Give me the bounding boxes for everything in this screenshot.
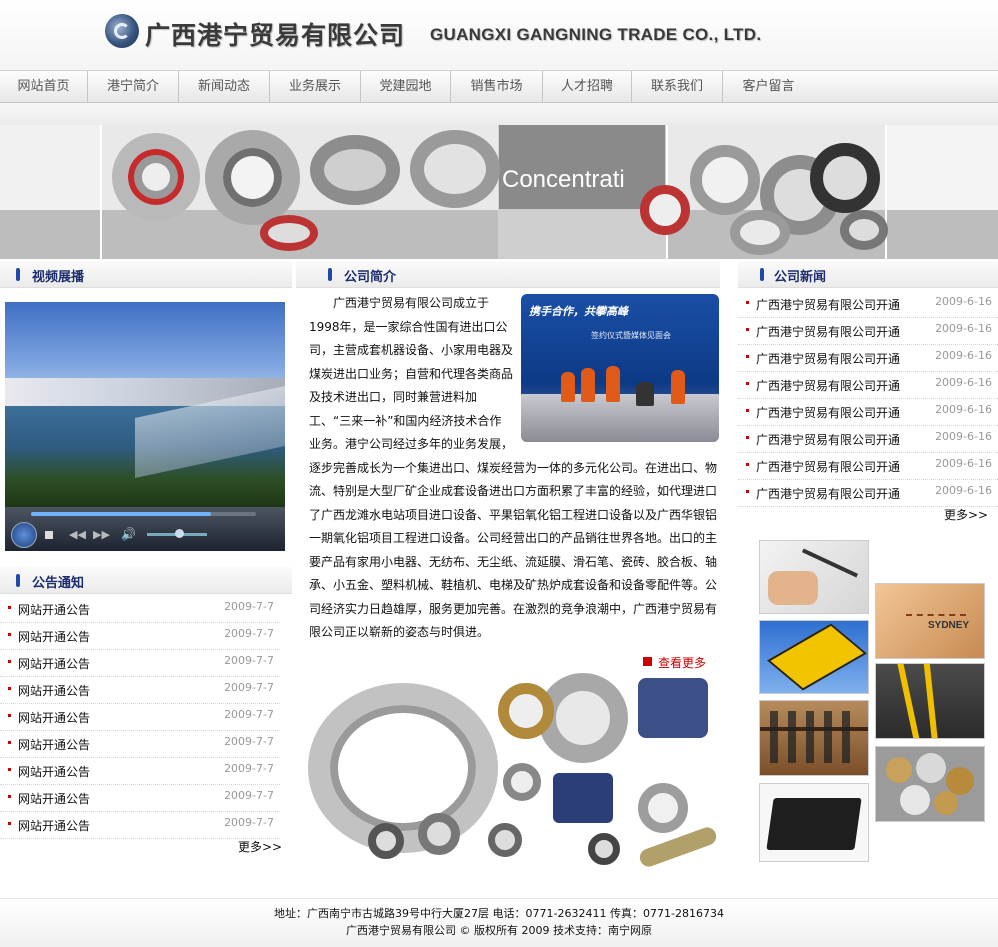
notice-item[interactable]: 网站开通公告 2009-7-7	[0, 622, 280, 650]
nav-jobs[interactable]: 人才招聘	[543, 71, 632, 102]
bearing-image	[690, 145, 760, 215]
bearing-image	[730, 210, 790, 255]
thumb-map[interactable]: SYDNEY	[875, 583, 985, 659]
notice-item[interactable]: 网站开通公告 2009-7-7	[0, 703, 280, 731]
notice-item[interactable]: 网站开通公告 2009-7-7	[0, 811, 280, 839]
news-section-title: 公司新闻	[774, 270, 827, 285]
footer-address: 地址：广西南宁市古城路39号中行大厦27层 电话：0771-2632411 传真…	[274, 907, 724, 920]
video-section-title: 视频展播	[32, 270, 85, 285]
notice-item[interactable]: 网站开通公告 2009-7-7	[0, 757, 280, 785]
notice-section-title: 公告通知	[32, 576, 85, 591]
thumb-road-sign[interactable]	[759, 620, 869, 694]
company-logo	[105, 14, 139, 48]
news-item[interactable]: 广西港宁贸易有限公司开通 2009-6-16	[738, 344, 998, 372]
nav-contact[interactable]: 联系我们	[632, 71, 723, 102]
notice-item[interactable]: 网站开通公告 2009-7-7	[0, 730, 280, 758]
footer-copyright: 广西港宁贸易有限公司 © 版权所有 2009 技术支持：南宁网原	[346, 924, 652, 937]
nav-about[interactable]: 港宁简介	[88, 71, 179, 102]
thumb-pen-contract[interactable]	[759, 540, 869, 614]
bearing-image	[640, 185, 690, 235]
next-button[interactable]: ▶▶	[93, 528, 110, 541]
nav-home[interactable]: 网站首页	[0, 71, 88, 102]
thumb-briefcase[interactable]	[759, 783, 869, 862]
bearing-image	[112, 133, 200, 221]
thumb-abacus[interactable]	[759, 700, 869, 776]
bearing-image	[260, 215, 318, 251]
intro-text-block: 携手合作，共攀高峰 签约仪式暨媒体见面会 广西港宁贸易有限公司成立于1998年，…	[309, 292, 719, 645]
prev-button[interactable]: ◀◀	[69, 528, 86, 541]
main-nav: 网站首页 港宁简介 新闻动态 业务展示 党建园地 销售市场 人才招聘 联系我们 …	[0, 70, 998, 103]
notice-item[interactable]: 网站开通公告 2009-7-7	[0, 595, 280, 623]
notice-list: 网站开通公告 2009-7-7 网站开通公告 2009-7-7 网站开通公告 2009…	[0, 595, 292, 845]
thumb-road[interactable]	[875, 663, 985, 739]
footer: 地址：广西南宁市古城路39号中行大厦27层 电话：0771-2632411 传真…	[0, 898, 998, 947]
company-name-en: GUANGXI GANGNING TRADE CO., LTD.	[430, 25, 762, 44]
news-list: 广西港宁贸易有限公司开通 2009-6-16 广西港宁贸易有限公司开通 2009-6…	[738, 290, 998, 510]
news-item[interactable]: 广西港宁贸易有限公司开通 2009-6-16	[738, 479, 998, 507]
more-arrow-icon	[643, 657, 652, 666]
nav-guestbook[interactable]: 客户留言	[723, 71, 814, 102]
news-item[interactable]: 广西港宁贸易有限公司开通 2009-6-16	[738, 290, 998, 318]
notice-item[interactable]: 网站开通公告 2009-7-7	[0, 676, 280, 704]
bearing-image	[810, 143, 880, 213]
news-more-link[interactable]: 更多>>	[944, 506, 988, 523]
news-item[interactable]: 广西港宁贸易有限公司开通 2009-6-16	[738, 398, 998, 426]
signing-ceremony-photo: 携手合作，共攀高峰 签约仪式暨媒体见面会	[521, 294, 719, 442]
sub-bar	[0, 103, 998, 125]
news-item[interactable]: 广西港宁贸易有限公司开通 2009-6-16	[738, 425, 998, 453]
news-item[interactable]: 广西港宁贸易有限公司开通 2009-6-16	[738, 371, 998, 399]
intro-more-link[interactable]: 查看更多	[658, 654, 706, 671]
banner-text: Concentrati	[502, 166, 625, 193]
notice-section-header: 公告通知	[0, 567, 292, 594]
notice-more-link[interactable]: 更多>>	[238, 838, 282, 855]
notice-item[interactable]: 网站开通公告 2009-7-7	[0, 649, 280, 677]
volume-icon[interactable]: 🔊	[121, 527, 136, 541]
bearing-image	[205, 130, 300, 225]
bearing-parts-image	[308, 673, 718, 891]
video-section-header: 视频展播	[0, 261, 292, 288]
intro-section-header: 公司简介	[296, 261, 720, 288]
news-item[interactable]: 广西港宁贸易有限公司开通 2009-6-16	[738, 317, 998, 345]
bearing-image	[410, 130, 500, 208]
news-section-header: 公司新闻	[738, 261, 998, 288]
news-item[interactable]: 广西港宁贸易有限公司开通 2009-6-16	[738, 452, 998, 480]
bearing-image	[840, 210, 888, 250]
banner	[0, 125, 998, 259]
company-name-cn: 广西港宁贸易有限公司	[145, 21, 406, 50]
notice-item[interactable]: 网站开通公告 2009-7-7	[0, 784, 280, 812]
intro-section-title: 公司简介	[344, 270, 397, 285]
nav-market[interactable]: 销售市场	[451, 71, 543, 102]
photo-caption-2: 签约仪式暨媒体见面会	[591, 331, 671, 340]
stop-button[interactable]	[45, 531, 53, 539]
bearing-image	[310, 135, 400, 205]
nav-news[interactable]: 新闻动态	[179, 71, 270, 102]
nav-business[interactable]: 业务展示	[270, 71, 361, 102]
photo-caption-1: 携手合作，共攀高峰	[529, 305, 628, 318]
video-player[interactable]: ◀◀ ▶▶ 🔊	[5, 302, 285, 551]
nav-party[interactable]: 党建园地	[361, 71, 451, 102]
thumb-coins[interactable]	[875, 746, 985, 822]
map-label: SYDNEY	[928, 620, 970, 631]
play-pause-button[interactable]	[11, 522, 37, 548]
